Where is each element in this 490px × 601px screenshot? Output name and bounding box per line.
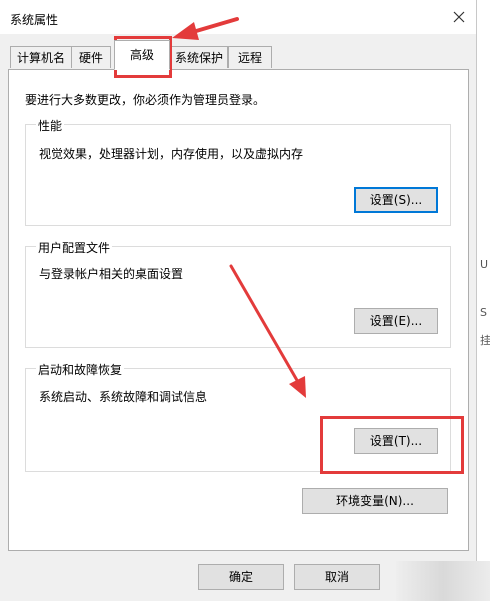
- side-glyph-u: U: [480, 258, 489, 271]
- startup-recovery-description: 系统启动、系统故障和调试信息: [39, 390, 208, 404]
- startup-recovery-label: 启动和故障恢复: [36, 361, 125, 378]
- close-icon: [453, 11, 465, 23]
- tab-strip: 计算机名 硬件 高级 系统保护 远程: [0, 34, 476, 70]
- window-title: 系统属性: [10, 13, 59, 27]
- startup-recovery-group: 启动和故障恢复 系统启动、系统故障和调试信息 设置(T)...: [25, 361, 451, 472]
- ok-button[interactable]: 确定: [198, 564, 284, 590]
- title-bar: 系统属性: [0, 0, 476, 34]
- startup-recovery-settings-button[interactable]: 设置(T)...: [354, 428, 438, 454]
- admin-notice: 要进行大多数更改，你必须作为管理员登录。: [25, 93, 266, 107]
- tab-computer-name[interactable]: 计算机名: [10, 46, 72, 68]
- user-profiles-description: 与登录帐户相关的桌面设置: [39, 267, 184, 281]
- performance-description: 视觉效果，处理器计划，内存使用，以及虚拟内存: [39, 147, 304, 161]
- tab-advanced[interactable]: 高级: [114, 40, 170, 70]
- performance-settings-button[interactable]: 设置(S)...: [354, 187, 438, 213]
- user-profiles-group: 用户配置文件 与登录帐户相关的桌面设置 设置(E)...: [25, 239, 451, 348]
- side-glyph-s: S: [480, 306, 487, 319]
- system-properties-window: 系统属性 计算机名 硬件 高级 系统保护 远程 要进行大多数更改，你必须作为管理…: [0, 0, 477, 601]
- side-glyph-gua: 挂: [480, 334, 490, 347]
- cancel-button[interactable]: 取消: [294, 564, 380, 590]
- performance-label: 性能: [36, 117, 65, 134]
- blurred-watermark: [396, 561, 490, 601]
- tab-remote[interactable]: 远程: [228, 46, 272, 68]
- tab-hardware[interactable]: 硬件: [71, 46, 111, 68]
- user-profiles-label: 用户配置文件: [36, 239, 113, 256]
- tab-system-protection[interactable]: 系统保护: [170, 46, 228, 68]
- close-button[interactable]: [442, 0, 476, 34]
- environment-variables-button[interactable]: 环境变量(N)...: [302, 488, 448, 514]
- performance-group: 性能 视觉效果，处理器计划，内存使用，以及虚拟内存 设置(S)...: [25, 117, 451, 226]
- user-profiles-settings-button[interactable]: 设置(E)...: [354, 308, 438, 334]
